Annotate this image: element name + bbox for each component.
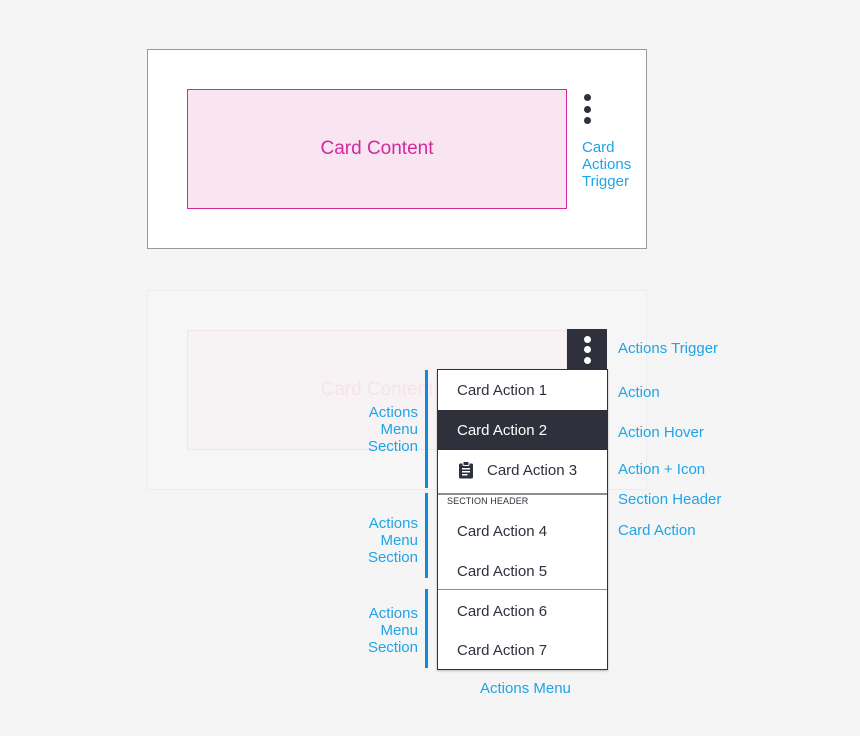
annotation-section-header: Section Header [618, 491, 722, 508]
annotation-actions-menu: Actions Menu [480, 680, 571, 697]
section-header: SECTION HEADER [447, 496, 529, 506]
menu-item-card-action-5[interactable]: Card Action 5 [438, 551, 607, 591]
menu-item-card-action-1[interactable]: Card Action 1 [438, 370, 607, 410]
actions-menu: Card Action 1 Card Action 2 Card Action … [437, 369, 608, 670]
annotation-actions-menu-section-1: Actions Menu Section [367, 404, 418, 455]
menu-item-card-action-7[interactable]: Card Action 7 [438, 630, 607, 670]
card-content-label: Card Content [320, 138, 434, 159]
card-actions-trigger-kebab-icon[interactable] [580, 94, 594, 124]
clipboard-icon [458, 461, 474, 479]
menu-item-card-action-6[interactable]: Card Action 6 [438, 591, 607, 631]
annotation-action-icon: Action + Icon [618, 461, 706, 478]
annotation-actions-menu-section-3: Actions Menu Section [367, 605, 418, 656]
annotation-card-action: Card Action [618, 522, 696, 539]
annotation-actions-menu-section-2: Actions Menu Section [367, 515, 418, 566]
section-bar-3 [425, 589, 428, 668]
annotation-card-actions-trigger: Card Actions Trigger [582, 139, 632, 190]
card-content: Card Content [187, 89, 567, 209]
kebab-vertical-icon [580, 335, 594, 364]
actions-trigger-button[interactable] [567, 329, 607, 370]
section-divider [438, 493, 607, 495]
annotation-action-hover: Action Hover [618, 424, 704, 441]
card-content-label-faded: Card Content [320, 379, 434, 400]
menu-item-card-action-3[interactable]: Card Action 3 [438, 450, 607, 490]
section-bar-1 [425, 370, 428, 488]
section-divider [438, 589, 607, 590]
menu-item-card-action-4[interactable]: Card Action 4 [438, 511, 607, 551]
annotation-action: Action [618, 384, 660, 401]
menu-item-card-action-2[interactable]: Card Action 2 [438, 410, 607, 450]
section-bar-2 [425, 493, 428, 578]
annotation-actions-trigger: Actions Trigger [618, 340, 719, 357]
